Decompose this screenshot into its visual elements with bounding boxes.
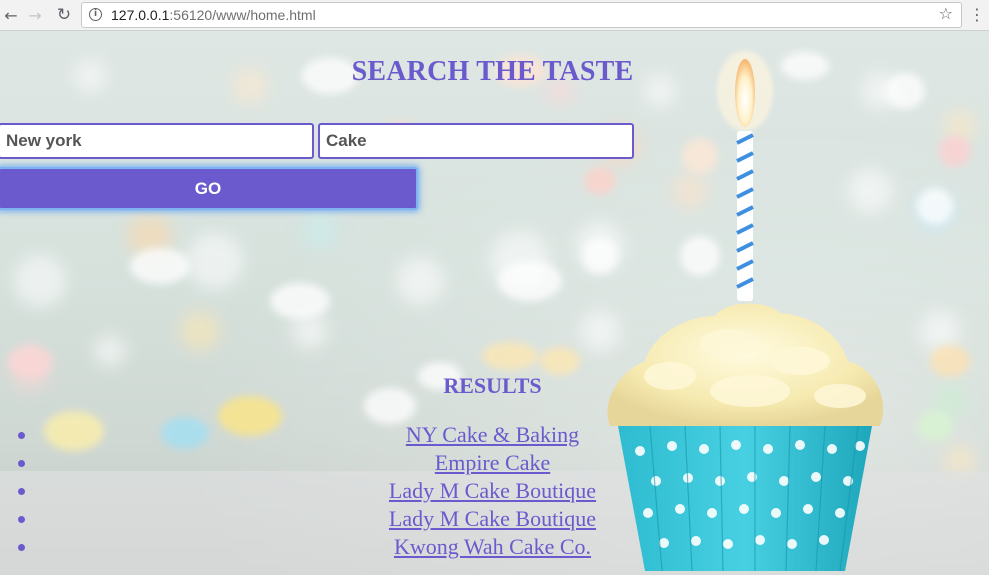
browser-toolbar: ← → ↻ i 127.0.0.1:56120/www/home.html ☆ … [0, 0, 989, 31]
go-button[interactable]: GO [0, 167, 418, 210]
result-link[interactable]: Lady M Cake Boutique [389, 478, 596, 503]
url-text[interactable]: 127.0.0.1:56120/www/home.html [111, 7, 316, 23]
back-arrow-icon[interactable]: ← [0, 4, 22, 26]
result-link[interactable]: Lady M Cake Boutique [389, 506, 596, 531]
bookmark-star-icon[interactable]: ☆ [939, 4, 953, 23]
result-link[interactable]: Kwong Wah Cake Co. [394, 534, 591, 559]
address-bar[interactable]: i 127.0.0.1:56120/www/home.html ☆ [81, 2, 962, 28]
list-item: Lady M Cake Boutique [0, 477, 985, 505]
result-link[interactable]: Empire Cake [435, 450, 550, 475]
results-heading: RESULTS [443, 373, 542, 398]
url-path: :56120/www/home.html [169, 7, 316, 23]
list-item: Lady M Cake Boutique [0, 505, 985, 533]
page-content: SEARCH THE TASTE GO RESULTS NY Cake & Ba… [0, 31, 989, 575]
page-title: SEARCH THE TASTE [351, 56, 634, 87]
location-input[interactable] [0, 123, 314, 159]
url-host: 127.0.0.1 [111, 7, 170, 23]
more-menu-icon[interactable]: ⋮ [969, 4, 985, 26]
result-link[interactable]: NY Cake & Baking [406, 422, 579, 447]
list-item: Empire Cake [0, 449, 985, 477]
search-term-input[interactable] [318, 123, 634, 159]
list-item: Kwong Wah Cake Co. [0, 533, 985, 561]
reload-icon[interactable]: ↻ [53, 4, 75, 26]
info-icon[interactable]: i [89, 8, 102, 21]
list-item: NY Cake & Baking [0, 421, 985, 449]
results-list: NY Cake & Baking Empire Cake Lady M Cake… [0, 421, 985, 561]
forward-arrow-icon[interactable]: → [24, 4, 46, 26]
